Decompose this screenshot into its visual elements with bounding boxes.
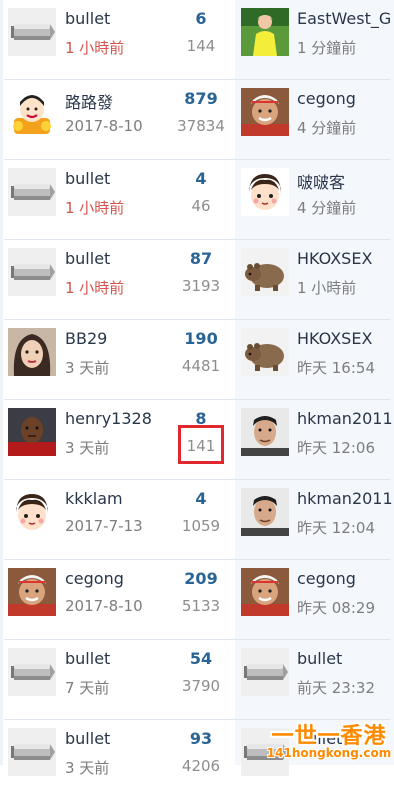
post-time: 2017-7-13	[65, 517, 143, 535]
man-portrait-avatar[interactable]	[241, 408, 289, 456]
post-time: 1 小時前	[65, 279, 125, 297]
last-post-time: 昨天 08:29	[297, 599, 375, 617]
author-name[interactable]: bullet	[65, 169, 110, 188]
author-name[interactable]: BB29	[65, 329, 107, 348]
reply-count[interactable]: 879	[171, 89, 231, 108]
post-time: 1 小時前	[65, 39, 125, 57]
view-count: 5133	[181, 597, 221, 615]
bullet-icon[interactable]	[8, 8, 56, 56]
cartoon-girl-avatar[interactable]	[8, 488, 56, 536]
post-time: 1 小時前	[65, 199, 125, 217]
cartoon-money-avatar[interactable]	[8, 88, 56, 136]
reply-count[interactable]: 6	[171, 9, 231, 28]
wombat-avatar[interactable]	[241, 328, 289, 376]
reply-count[interactable]: 190	[171, 329, 231, 348]
view-count: 3193	[181, 277, 221, 295]
last-poster-name[interactable]: bullet	[297, 649, 394, 668]
last-poster-name[interactable]: 啵啵客	[297, 169, 394, 193]
child-portrait-avatar[interactable]	[241, 568, 289, 616]
author-name[interactable]: bullet	[65, 729, 110, 748]
view-count: 1059	[181, 517, 221, 535]
cartoon-girl-avatar[interactable]	[241, 168, 289, 216]
view-count: 46	[191, 197, 211, 215]
view-count: 4206	[181, 757, 221, 775]
reply-count[interactable]: 54	[171, 649, 231, 668]
woman-portrait-avatar[interactable]	[8, 328, 56, 376]
last-poster-name[interactable]: hkman2011	[297, 409, 394, 428]
table-row[interactable]: bullet 1 小時前 87 3193 HKOXSEX 1 小時前	[0, 240, 394, 320]
last-post-time: 4 分鐘前	[297, 119, 357, 137]
post-time: 2017-8-10	[65, 117, 143, 135]
last-poster-name[interactable]: cegong	[297, 89, 394, 108]
view-count: 3790	[181, 677, 221, 695]
view-count: 144	[186, 37, 216, 55]
author-name[interactable]: henry1328	[65, 409, 152, 428]
table-row[interactable]: 路路發 2017-8-10 879 37834 cegong 4 分鐘前	[0, 80, 394, 160]
last-post-time: 1 小時前	[297, 279, 357, 297]
footballer-avatar[interactable]	[8, 408, 56, 456]
last-poster-name[interactable]: hkman2011	[297, 489, 394, 508]
post-time: 3 天前	[65, 439, 110, 457]
highlight-box	[178, 425, 224, 464]
table-row[interactable]: bullet 7 天前 54 3790 bullet 前天 23:32	[0, 640, 394, 720]
view-count: 37834	[177, 117, 225, 135]
author-name[interactable]: bullet	[65, 9, 110, 28]
table-row[interactable]: BB29 3 天前 190 4481 HKOXSEX 昨天 16:54	[0, 320, 394, 400]
table-row[interactable]: cegong 2017-8-10 209 5133 cegong 昨天 08:29	[0, 560, 394, 640]
post-time: 3 天前	[65, 359, 110, 377]
man-portrait-avatar[interactable]	[241, 488, 289, 536]
post-time: 7 天前	[65, 679, 110, 697]
last-poster-name[interactable]: HKOXSEX	[297, 249, 394, 268]
reply-count[interactable]: 209	[171, 569, 231, 588]
author-name[interactable]: 路路發	[65, 89, 113, 113]
last-post-time: 昨天 12:06	[297, 439, 375, 457]
bullet-icon[interactable]	[8, 248, 56, 296]
reply-count[interactable]: 93	[171, 729, 231, 748]
site-watermark: 一世一香港 141hongkong.com	[266, 718, 392, 764]
author-name[interactable]: cegong	[65, 569, 124, 588]
post-time: 2017-8-10	[65, 597, 143, 615]
author-name[interactable]: bullet	[65, 249, 110, 268]
view-count: 4481	[181, 357, 221, 375]
table-row[interactable]: bullet 1 小時前 6 144 EastWest_G 1 分鐘前	[0, 0, 394, 80]
bullet-icon[interactable]	[8, 728, 56, 776]
last-post-time: 1 分鐘前	[297, 39, 357, 57]
last-poster-name[interactable]: EastWest_G	[297, 9, 394, 28]
post-time: 3 天前	[65, 759, 110, 777]
author-name[interactable]: bullet	[65, 649, 110, 668]
author-name[interactable]: kkklam	[65, 489, 123, 508]
watermark-url: 141hongkong.com	[266, 746, 392, 760]
last-post-time: 昨天 16:54	[297, 359, 375, 377]
bullet-icon[interactable]	[241, 648, 289, 696]
last-post-time: 前天 23:32	[297, 679, 375, 697]
wombat-avatar[interactable]	[241, 248, 289, 296]
last-poster-name[interactable]: cegong	[297, 569, 394, 588]
bullet-icon[interactable]	[8, 168, 56, 216]
last-post-time: 昨天 12:04	[297, 519, 375, 537]
reply-count[interactable]: 4	[171, 169, 231, 188]
reply-count[interactable]: 4	[171, 489, 231, 508]
bullet-icon[interactable]	[8, 648, 56, 696]
child-portrait-avatar[interactable]	[241, 88, 289, 136]
last-post-time: 4 分鐘前	[297, 199, 357, 217]
table-row[interactable]: kkklam 2017-7-13 4 1059 hkman2011 昨天 12:04	[0, 480, 394, 560]
child-portrait-avatar[interactable]	[8, 568, 56, 616]
woman-golfer-avatar[interactable]	[241, 8, 289, 56]
reply-count[interactable]: 87	[171, 249, 231, 268]
thread-list: bullet 1 小時前 6 144 EastWest_G 1 分鐘前路路發 2017-8-…	[0, 0, 394, 777]
table-row[interactable]: bullet 1 小時前 4 46 啵啵客 4 分鐘前	[0, 160, 394, 240]
last-poster-name[interactable]: HKOXSEX	[297, 329, 394, 348]
